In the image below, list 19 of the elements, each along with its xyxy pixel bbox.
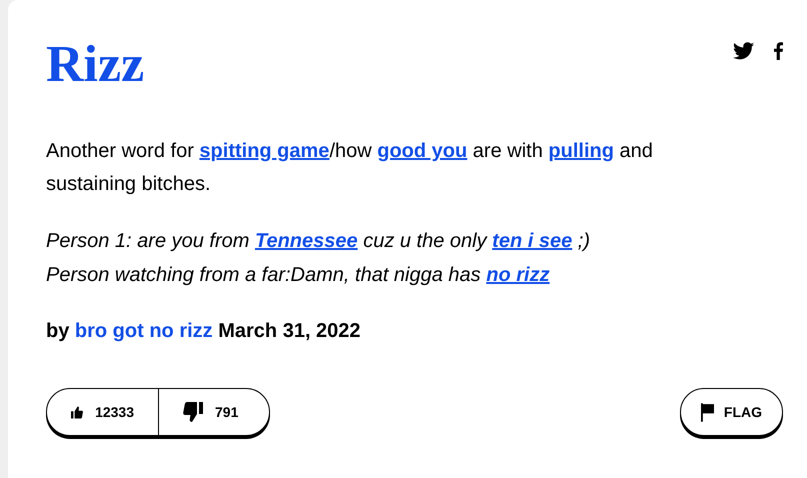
definition-text: Another word for spitting game/how good you are with pulling and sustaining bitches. <box>46 139 654 197</box>
definition-link[interactable]: spitting game <box>199 140 330 162</box>
definition-link[interactable]: pulling <box>548 140 614 162</box>
word-title[interactable]: Rizz <box>46 34 144 96</box>
flag-icon <box>700 402 714 422</box>
example-sentence: Person watching from a far:Damn, that nigga has no rizz <box>46 263 551 288</box>
byline-text: by bro got no rizz March 31, 2022 <box>46 319 362 344</box>
example-sentence: Person 1: are you from Tennessee cuz u the only ten i see ;) <box>46 229 591 254</box>
thumbs-down-icon <box>183 402 203 422</box>
bird-icon[interactable] <box>733 42 754 60</box>
flag-button[interactable]: FLAG <box>680 388 783 436</box>
author-link[interactable]: bro got no rizz <box>74 320 213 342</box>
example-link[interactable]: ten i see <box>492 230 572 252</box>
upvote-button[interactable]: 12333 <box>47 389 158 435</box>
facebook-icon[interactable] <box>774 42 783 60</box>
example-link[interactable]: Tennessee <box>254 230 358 252</box>
definition-link[interactable]: good you <box>377 140 468 162</box>
example-link[interactable]: no rizz <box>486 264 550 286</box>
downvote-button[interactable]: 791 <box>158 389 269 435</box>
